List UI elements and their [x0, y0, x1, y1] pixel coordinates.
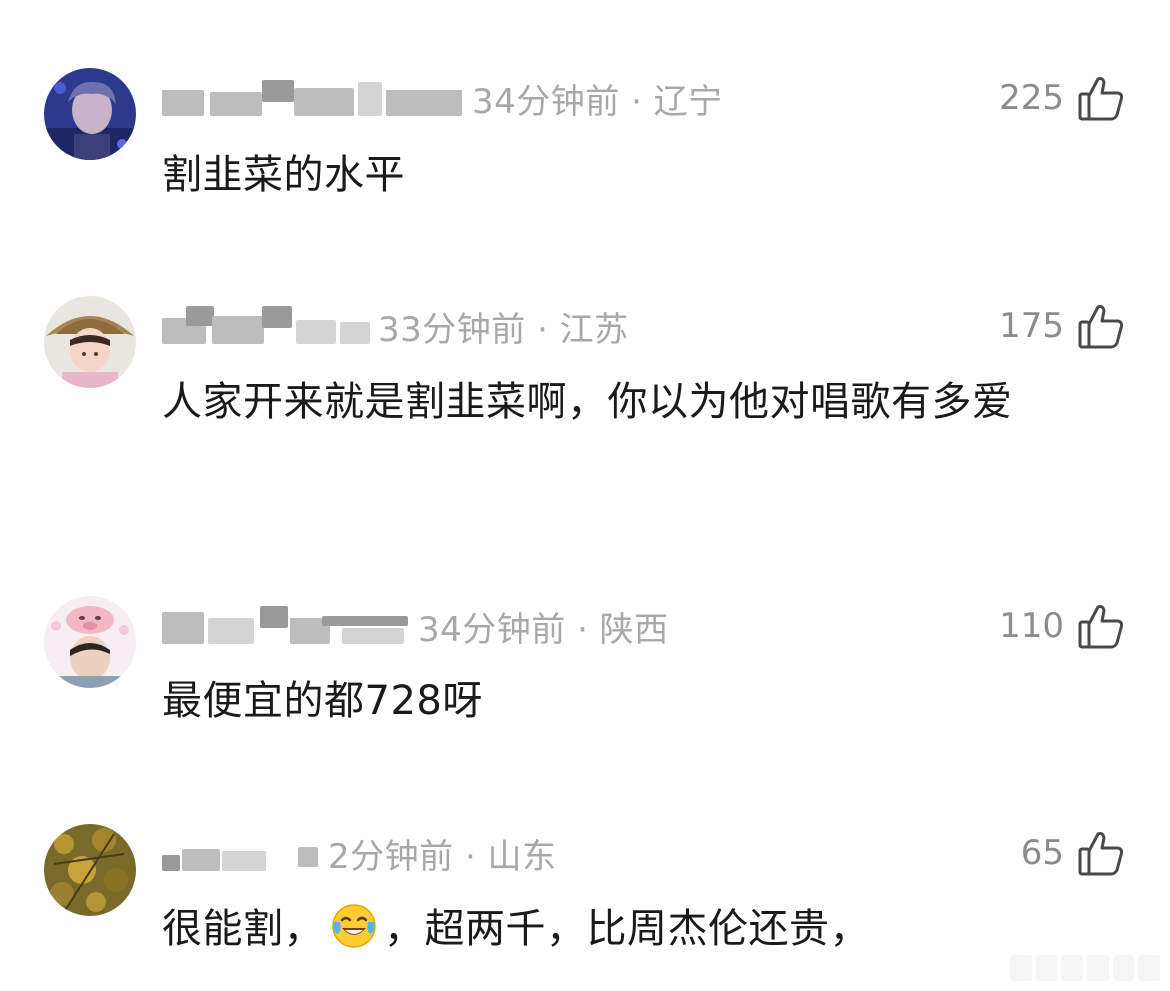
- username-redacted[interactable]: [162, 833, 324, 873]
- thumbs-up-icon: [1076, 73, 1126, 123]
- thumbs-up-icon: [1076, 828, 1126, 878]
- comment-meta: 2分钟前 · 山东: [162, 827, 557, 879]
- avatar[interactable]: [44, 596, 136, 688]
- like-count: 225: [999, 78, 1064, 118]
- like-button[interactable]: 110: [999, 600, 1126, 652]
- username-redacted[interactable]: [162, 606, 414, 646]
- comment-time-location: 34分钟前 · 陕西: [418, 609, 669, 650]
- username-redacted[interactable]: [162, 78, 468, 118]
- like-count: 110: [999, 606, 1064, 646]
- like-button[interactable]: 175: [999, 300, 1126, 352]
- avatar[interactable]: [44, 68, 136, 160]
- comment-meta: 34分钟前 · 陕西: [162, 600, 669, 652]
- comment-list: 34分钟前 · 辽宁 225 割韭菜的水平 33分钟前 · 江苏 175 人家开…: [0, 0, 1170, 991]
- comment-time-location: 33分钟前 · 江苏: [378, 309, 629, 350]
- tears-of-joy-emoji-icon: [330, 902, 378, 950]
- comment-text: 很能割， ，超两千，比周杰伦还贵，: [162, 897, 1122, 961]
- comment-text-part: 很能割，: [162, 906, 324, 952]
- like-count: 65: [1020, 833, 1064, 873]
- comment-meta: 33分钟前 · 江苏: [162, 300, 629, 352]
- like-count: 175: [999, 306, 1064, 346]
- username-redacted[interactable]: [162, 306, 374, 346]
- avatar[interactable]: [44, 824, 136, 916]
- comment-time-location: 2分钟前 · 山东: [328, 836, 557, 877]
- like-button[interactable]: 65: [1021, 827, 1126, 879]
- comment-meta: 34分钟前 · 辽宁: [162, 72, 723, 124]
- avatar[interactable]: [44, 296, 136, 388]
- thumbs-up-icon: [1076, 301, 1126, 351]
- thumbs-up-icon: [1076, 601, 1126, 651]
- like-button[interactable]: 225: [999, 72, 1126, 124]
- comment-text: 割韭菜的水平: [162, 152, 405, 198]
- comment-text-part: ，超两千，比周杰伦还贵，: [384, 906, 870, 952]
- comment-text: 人家开来就是割韭菜啊，你以为他对唱歌有多爱: [162, 379, 1013, 425]
- watermark-redacted: [1010, 955, 1161, 981]
- comment-text: 最便宜的都728呀: [162, 678, 483, 724]
- comment-time-location: 34分钟前 · 辽宁: [472, 81, 723, 122]
